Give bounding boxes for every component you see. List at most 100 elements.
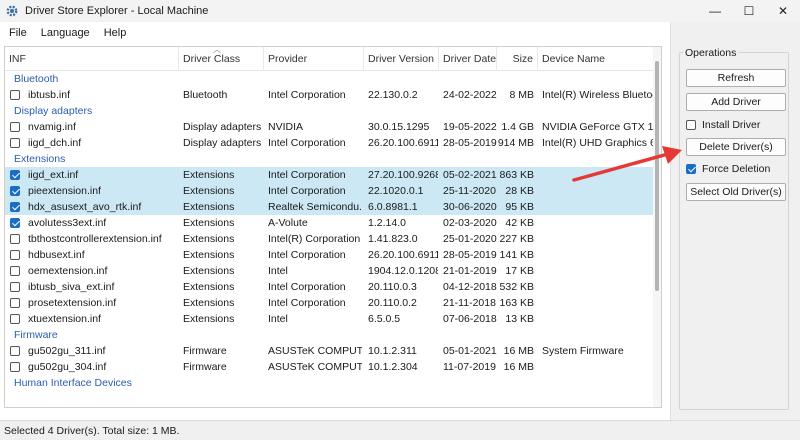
- table-row[interactable]: avolutess3ext.inf Extensions A-Volute 1.2.1…: [5, 215, 655, 231]
- column-driver-class-label: Driver Class: [183, 53, 241, 65]
- row-checkbox[interactable]: [10, 250, 20, 260]
- cell-size: 227 KB: [499, 233, 534, 245]
- cell-device-name: [542, 247, 655, 263]
- table-row[interactable]: oemextension.inf Extensions Intel 1904.12.0…: [5, 263, 655, 279]
- row-checkbox[interactable]: [10, 234, 20, 244]
- group-header[interactable]: Human Interface Devices: [5, 375, 655, 391]
- cell-driver-class: Extensions: [183, 217, 235, 229]
- cell-driver-class: Extensions: [183, 169, 235, 181]
- sort-ascending-icon: ︿: [213, 47, 221, 54]
- menu-language[interactable]: Language: [34, 22, 97, 44]
- row-checkbox[interactable]: [10, 346, 20, 356]
- cell-driver-class: Display adapters: [183, 137, 262, 149]
- menu-file[interactable]: File: [0, 22, 34, 44]
- table-row[interactable]: ibtusb.inf Bluetooth Intel Corporation 22.1…: [5, 87, 655, 103]
- title-bar: Driver Store Explorer - Local Machine — …: [0, 0, 800, 22]
- row-checkbox[interactable]: [10, 266, 20, 276]
- table-row[interactable]: xtuextension.inf Extensions Intel 6.5.0.5 07…: [5, 311, 655, 327]
- force-deletion-checkbox[interactable]: [686, 164, 696, 174]
- column-size[interactable]: Size: [497, 47, 538, 71]
- cell-driver-date: 05-01-2021: [443, 345, 497, 357]
- row-checkbox[interactable]: [10, 138, 20, 148]
- row-checkbox[interactable]: [10, 122, 20, 132]
- cell-driver-class: Extensions: [183, 313, 235, 325]
- cell-size: 95 KB: [505, 201, 534, 213]
- row-checkbox[interactable]: [10, 298, 20, 308]
- table-row[interactable]: nvamig.inf Display adapters NVIDIA 30.0.15.…: [5, 119, 655, 135]
- cell-driver-date: 02-03-2020: [443, 217, 497, 229]
- cell-device-name: [542, 311, 655, 327]
- group-header[interactable]: Firmware: [5, 327, 655, 343]
- operations-panel: Operations Refresh Add Driver Install Dr…: [670, 22, 800, 420]
- column-driver-class[interactable]: ︿ Driver Class: [179, 47, 264, 71]
- delete-drivers-button[interactable]: Delete Driver(s): [686, 138, 786, 156]
- cell-driver-date: 25-11-2020: [443, 185, 496, 197]
- maximize-button[interactable]: ☐: [732, 0, 766, 22]
- window-title: Driver Store Explorer - Local Machine: [25, 5, 209, 17]
- row-checkbox[interactable]: [10, 282, 20, 292]
- cell-driver-date: 25-01-2020: [443, 233, 497, 245]
- force-deletion-option[interactable]: Force Deletion: [686, 162, 770, 176]
- driver-list[interactable]: INF ︿ Driver Class Provider Driver Versi…: [4, 46, 662, 408]
- table-row[interactable]: ibtusb_siva_ext.inf Extensions Intel Corpo…: [5, 279, 655, 295]
- row-checkbox[interactable]: [10, 202, 20, 212]
- table-row[interactable]: pieextension.inf Extensions Intel Corporat…: [5, 183, 655, 199]
- row-checkbox[interactable]: [10, 170, 20, 180]
- cell-provider: Intel Corporation: [268, 169, 346, 181]
- cell-device-name: Intel(R) Wireless Bluetooth: [542, 89, 655, 101]
- row-checkbox[interactable]: [10, 362, 20, 372]
- column-inf[interactable]: INF: [5, 47, 179, 71]
- add-driver-button[interactable]: Add Driver: [686, 93, 786, 111]
- row-checkbox[interactable]: [10, 218, 20, 228]
- cell-inf: prosetextension.inf: [28, 297, 117, 309]
- cell-driver-date: 28-05-2019: [443, 249, 497, 261]
- table-row[interactable]: hdx_asusext_avo_rtk.inf Extensions Realtek…: [5, 199, 655, 215]
- cell-provider: Intel(R) Corporation: [268, 233, 361, 245]
- column-driver-version[interactable]: Driver Version: [364, 47, 439, 71]
- column-provider[interactable]: Provider: [264, 47, 364, 71]
- table-row[interactable]: gu502gu_311.inf Firmware ASUSTeK COMPUTE..…: [5, 343, 655, 359]
- group-header[interactable]: Bluetooth: [5, 71, 655, 87]
- menu-help[interactable]: Help: [97, 22, 134, 44]
- cell-device-name: [542, 231, 655, 247]
- cell-inf: tbthostcontrollerextension.inf: [28, 233, 162, 245]
- cell-driver-date: 30-06-2020: [443, 201, 497, 213]
- close-button[interactable]: ✕: [766, 0, 800, 22]
- table-row[interactable]: iigd_ext.inf Extensions Intel Corporation 2…: [5, 167, 655, 183]
- row-checkbox[interactable]: [10, 186, 20, 196]
- table-row[interactable]: gu502gu_304.inf Firmware ASUSTeK COMPUTE..…: [5, 359, 655, 375]
- table-row[interactable]: hdbusext.inf Extensions Intel Corporation 2…: [5, 247, 655, 263]
- group-header[interactable]: Extensions: [5, 151, 655, 167]
- cell-provider: Intel Corporation: [268, 185, 346, 197]
- row-checkbox[interactable]: [10, 90, 20, 100]
- vertical-scrollbar[interactable]: [653, 47, 661, 407]
- install-driver-option[interactable]: Install Driver: [686, 118, 760, 132]
- table-row[interactable]: iigd_dch.inf Display adapters Intel Corpor…: [5, 135, 655, 151]
- cell-driver-version: 6.0.8981.1: [368, 201, 418, 213]
- cell-driver-version: 30.0.15.1295: [368, 121, 430, 133]
- refresh-button[interactable]: Refresh: [686, 69, 786, 87]
- cell-size: 532 KB: [499, 281, 534, 293]
- cell-driver-date: 11-07-2019: [443, 361, 496, 373]
- cell-driver-version: 22.130.0.2: [368, 89, 418, 101]
- install-driver-checkbox[interactable]: [686, 120, 696, 130]
- cell-driver-date: 04-12-2018: [443, 281, 497, 293]
- cell-driver-class: Extensions: [183, 185, 235, 197]
- scrollbar-thumb[interactable]: [655, 61, 659, 291]
- column-device-name[interactable]: Device Name: [538, 47, 655, 71]
- group-header[interactable]: Display adapters: [5, 103, 655, 119]
- cell-driver-date: 28-05-2019: [443, 137, 497, 149]
- table-row[interactable]: tbthostcontrollerextension.inf Extensions…: [5, 231, 655, 247]
- cell-driver-version: 1904.12.0.1208: [368, 265, 438, 277]
- row-checkbox[interactable]: [10, 314, 20, 324]
- cell-inf: ibtusb_siva_ext.inf: [28, 281, 115, 293]
- minimize-button[interactable]: —: [698, 0, 732, 22]
- column-driver-date[interactable]: Driver Date: [439, 47, 497, 71]
- cell-provider: Intel Corporation: [268, 89, 346, 101]
- cell-device-name: [542, 359, 655, 375]
- select-old-drivers-button[interactable]: Select Old Driver(s): [686, 183, 786, 201]
- cell-provider: Intel Corporation: [268, 297, 346, 309]
- table-row[interactable]: prosetextension.inf Extensions Intel Corpo…: [5, 295, 655, 311]
- cell-driver-class: Extensions: [183, 265, 235, 277]
- cell-inf: pieextension.inf: [28, 185, 101, 197]
